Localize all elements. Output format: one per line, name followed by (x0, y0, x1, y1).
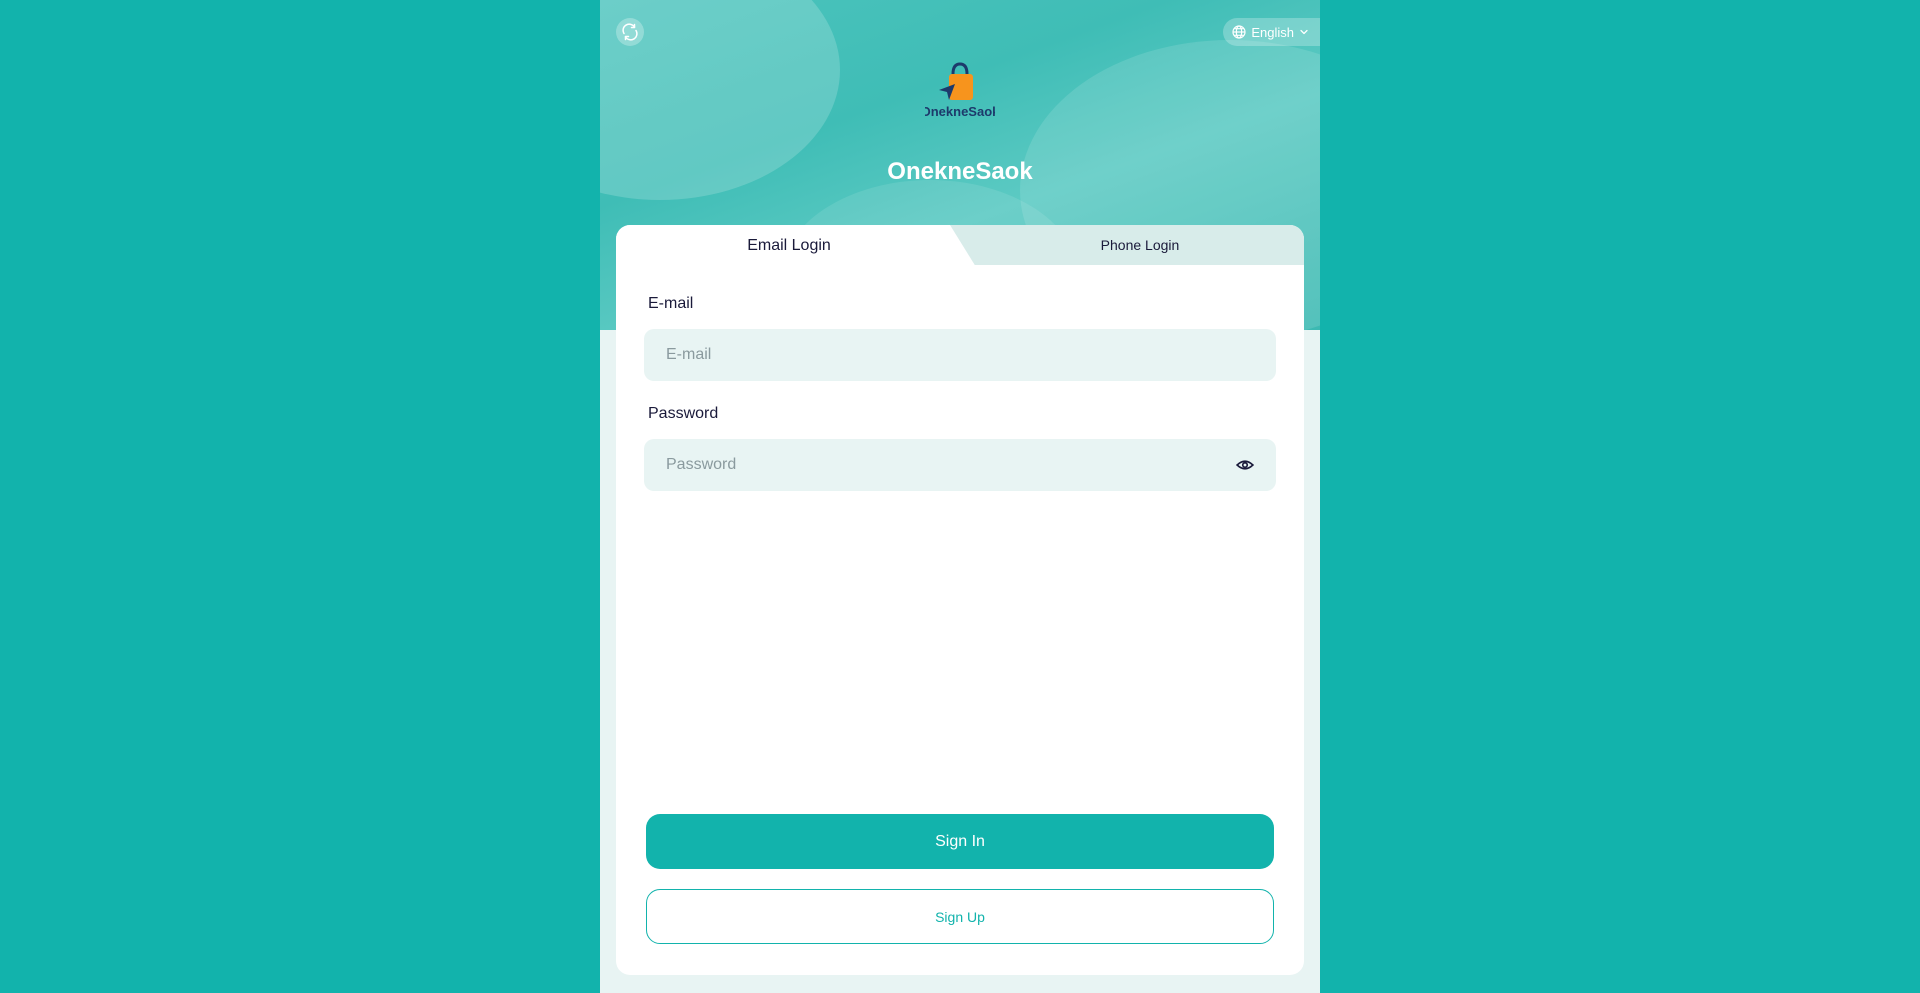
password-input[interactable] (664, 455, 1234, 475)
brand-logo: OnekneSaok (925, 62, 995, 119)
brand-name: OnekneSaok (887, 158, 1033, 185)
login-tabs: Email Login Phone Login (616, 225, 1304, 267)
password-visibility-toggle[interactable] (1234, 454, 1256, 476)
email-input[interactable] (664, 345, 1256, 365)
password-label: Password (648, 405, 719, 422)
logo-wordmark: OnekneSaok (925, 104, 995, 119)
email-label: E-mail (648, 295, 694, 312)
support-button[interactable] (616, 18, 644, 46)
tab-phone-login[interactable]: Phone Login (976, 225, 1304, 265)
eye-icon (1236, 460, 1254, 470)
login-card: Email Login Phone Login E-mail Password … (616, 225, 1304, 975)
globe-icon (1232, 25, 1246, 39)
password-input-box (644, 439, 1276, 491)
chevron-down-icon (1300, 29, 1308, 35)
email-input-box (644, 329, 1276, 381)
language-selector[interactable]: English (1223, 18, 1320, 46)
sign-in-button[interactable]: Sign In (646, 814, 1274, 869)
tab-email-login[interactable]: Email Login (616, 225, 976, 267)
headset-refresh-icon (622, 23, 638, 41)
app-frame: English OnekneSaok OnekneSaok Email Logi… (600, 0, 1320, 993)
language-label: English (1251, 24, 1294, 40)
sign-up-button[interactable]: Sign Up (646, 889, 1274, 944)
